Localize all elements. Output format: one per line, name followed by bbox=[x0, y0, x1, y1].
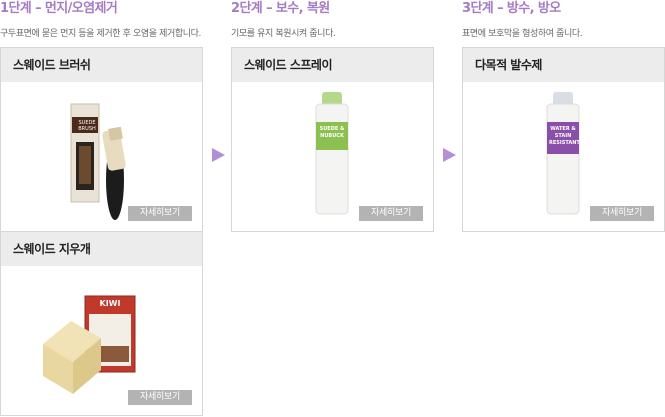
detail-button[interactable]: 자세히보기 bbox=[128, 390, 192, 405]
product-card-suede-brush[interactable]: 스웨이드 브러쉬 SUEDE BRUSH 자세히보기 bbox=[0, 47, 203, 232]
product-image-area: SUEDE & NUBUCK 자세히보기 bbox=[232, 82, 433, 231]
step-1-column: 1단계 – 먼지/오염제거 구두표면에 묻은 먼지 등을 제거한 후 오염을 제… bbox=[0, 0, 203, 41]
product-card-suede-spray[interactable]: 스웨이드 스프레이 SUEDE & NUBUCK 자세히보기 bbox=[231, 47, 434, 232]
step-3-description: 표면에 보호막을 형성하여 줍니다. bbox=[462, 29, 583, 39]
step-1-description: 구두표면에 묻은 먼지 등을 제거한 후 오염을 제거합니다. bbox=[0, 29, 201, 39]
step-3-title: 3단계 – 방수, 방오 bbox=[462, 1, 561, 16]
product-name: 스웨이드 브러쉬 bbox=[1, 48, 202, 82]
product-image-area: SUEDE BRUSH 자세히보기 bbox=[1, 82, 202, 231]
box-label: KIWI bbox=[99, 299, 121, 308]
detail-button[interactable]: 자세히보기 bbox=[359, 206, 423, 221]
product-name: 스웨이드 스프레이 bbox=[232, 48, 433, 82]
can-label: SUEDE & NUBUCK bbox=[319, 126, 345, 139]
arrow-right-icon bbox=[443, 148, 456, 162]
arrow-right-icon bbox=[212, 148, 225, 162]
product-name: 스웨이드 지우개 bbox=[1, 232, 202, 266]
box-label: SUEDE BRUSH bbox=[78, 120, 96, 132]
detail-button[interactable]: 자세히보기 bbox=[128, 206, 192, 221]
product-card-suede-eraser[interactable]: 스웨이드 지우개 KIWI 자세히보기 bbox=[0, 231, 203, 416]
product-name: 다목적 발수제 bbox=[463, 48, 664, 82]
can-label: WATER & STAIN RESISTANT bbox=[549, 126, 580, 146]
detail-button[interactable]: 자세히보기 bbox=[590, 206, 654, 221]
step-2-column: 2단계 – 보수, 복원 기모를 유지 복원시켜 줍니다. bbox=[231, 0, 434, 41]
product-card-water-repellent[interactable]: 다목적 발수제 WATER & STAIN RESISTANT 자세히보기 bbox=[462, 47, 665, 232]
step-2-title: 2단계 – 보수, 복원 bbox=[231, 1, 330, 16]
product-image-area: KIWI 자세히보기 bbox=[1, 266, 202, 415]
product-image-area: WATER & STAIN RESISTANT 자세히보기 bbox=[463, 82, 664, 231]
step-1-title: 1단계 – 먼지/오염제거 bbox=[0, 1, 118, 16]
step-2-description: 기모를 유지 복원시켜 줍니다. bbox=[231, 29, 336, 39]
step-3-column: 3단계 – 방수, 방오 표면에 보호막을 형성하여 줍니다. bbox=[462, 0, 665, 41]
